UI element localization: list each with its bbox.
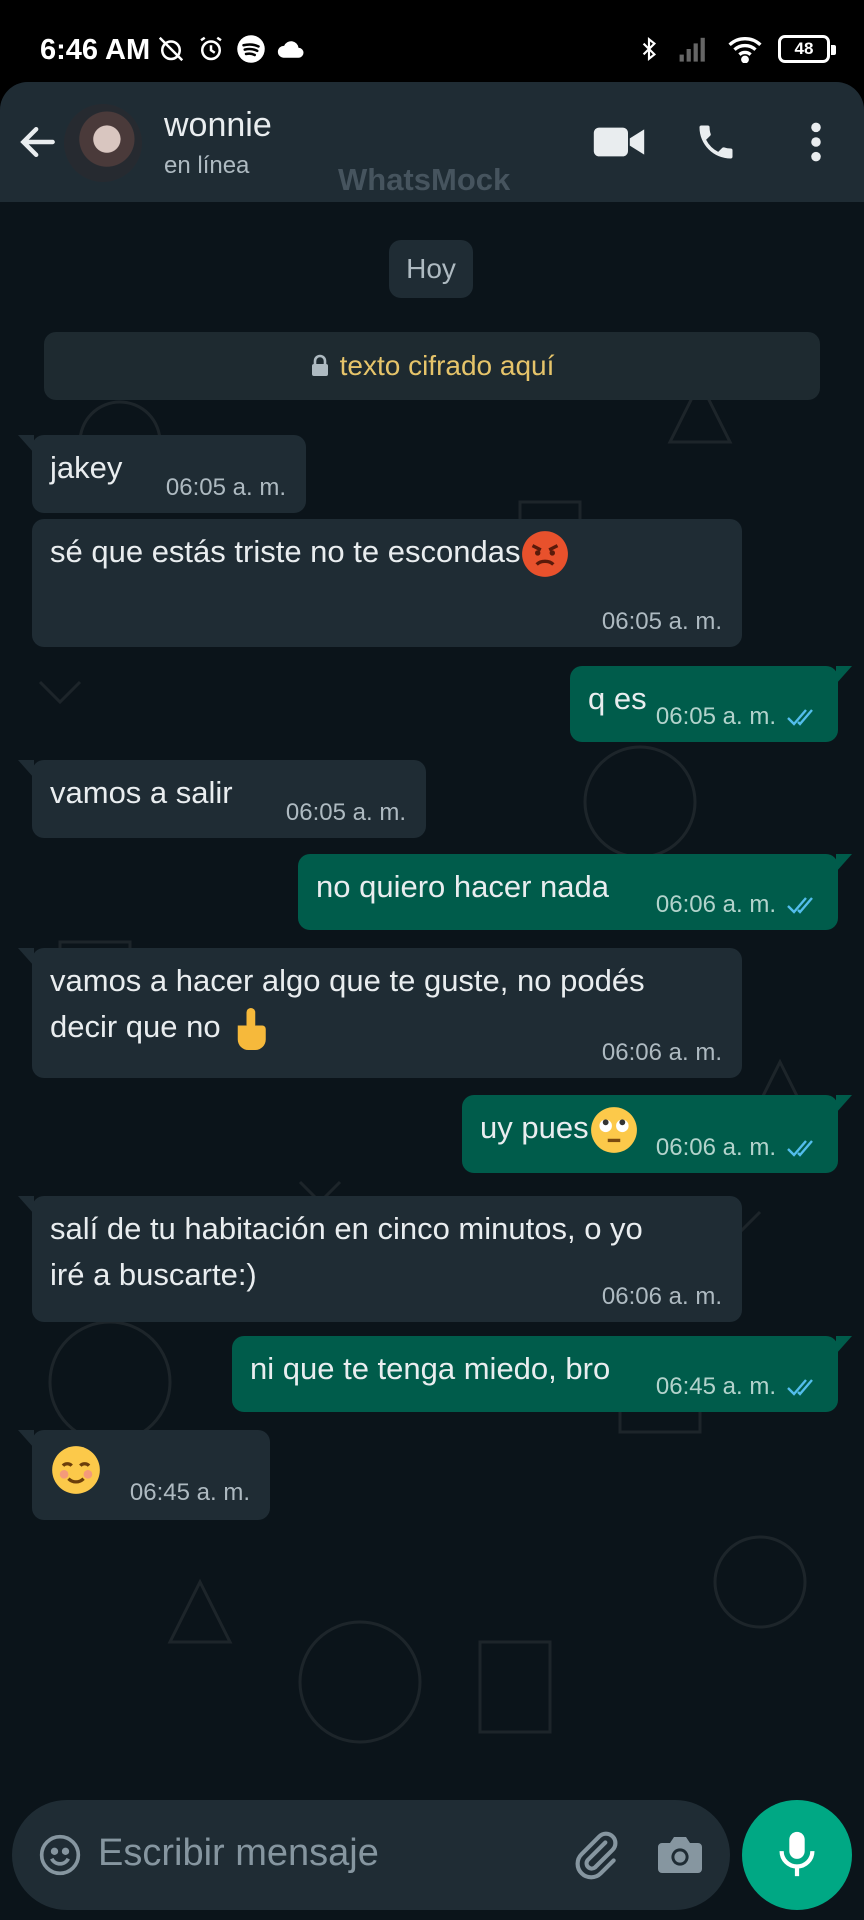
message-time: 06:45 a. m. bbox=[129, 1479, 250, 1506]
more-options-icon[interactable] bbox=[798, 120, 834, 164]
status-time: 6:46 AM bbox=[40, 34, 151, 66]
encryption-notice[interactable]: texto cifrado aquí bbox=[44, 332, 820, 400]
message-incoming[interactable]: 06:45 a. m. bbox=[18, 1430, 270, 1520]
message-incoming[interactable]: vamos a hacer algo que te guste, no podé… bbox=[18, 948, 742, 1078]
message-time: 06:05 a. m. bbox=[655, 703, 776, 730]
message-text-line2: iré a buscarte:) bbox=[50, 1257, 257, 1292]
eye-roll-face-icon bbox=[590, 1107, 637, 1153]
message-text: no quiero hacer nada bbox=[316, 869, 610, 904]
message-text: q es bbox=[588, 681, 647, 716]
message-time: 06:05 a. m. bbox=[601, 608, 722, 635]
message-time: 06:06 a. m. bbox=[655, 1134, 776, 1161]
message-incoming[interactable]: sé que estás triste no te escondas 06:05… bbox=[32, 519, 742, 647]
message-text: uy pues bbox=[480, 1110, 589, 1146]
message-incoming[interactable]: salí de tu habitación en cinco minutos, … bbox=[18, 1196, 742, 1322]
message-text: vamos a salir bbox=[50, 775, 233, 810]
contact-status: en línea bbox=[164, 152, 250, 179]
message-incoming[interactable]: vamos a salir 06:05 a. m. bbox=[18, 760, 426, 838]
status-left-icons bbox=[156, 34, 306, 64]
message-text: sé que estás triste no te escondas bbox=[50, 534, 521, 570]
spotify-icon bbox=[237, 35, 265, 63]
attach-icon[interactable] bbox=[572, 1830, 622, 1880]
message-time: 06:06 a. m. bbox=[655, 891, 776, 918]
battery-indicator: 48 bbox=[778, 35, 836, 63]
message-incoming[interactable]: jakey 06:05 a. m. bbox=[18, 435, 306, 513]
message-meta: 06:06 a. m. bbox=[656, 1133, 818, 1163]
message-time: 06:06 a. m. bbox=[601, 1039, 722, 1066]
mic-icon bbox=[779, 1831, 815, 1877]
message-outgoing[interactable]: uy pues 06:06 a. m. bbox=[462, 1095, 852, 1173]
video-call-icon[interactable] bbox=[592, 122, 646, 162]
emoji-icon[interactable] bbox=[38, 1833, 82, 1877]
message-text-line: sé que estás triste no te escondas bbox=[50, 529, 570, 579]
message-outgoing[interactable]: no quiero hacer nada 06:06 a. m. bbox=[298, 854, 852, 930]
message-text-line: uy pues bbox=[480, 1105, 639, 1155]
message-meta: 06:06 a. m. bbox=[656, 890, 818, 920]
message-time: 06:05 a. m. bbox=[285, 799, 406, 826]
angry-face-icon bbox=[522, 531, 569, 577]
wifi-icon bbox=[728, 37, 762, 63]
phone-icon[interactable] bbox=[694, 120, 738, 164]
contact-name[interactable]: wonnie bbox=[164, 106, 272, 145]
cloud-icon bbox=[277, 41, 304, 58]
message-text: jakey bbox=[50, 450, 123, 485]
message-composer[interactable]: Escribir mensaje bbox=[12, 1800, 730, 1910]
encryption-text: texto cifrado aquí bbox=[339, 350, 555, 381]
double-check-icon bbox=[787, 1140, 813, 1157]
status-bar: 6:46 AM 48 bbox=[0, 0, 864, 84]
watermark: WhatsMock bbox=[338, 162, 511, 197]
double-check-icon bbox=[787, 709, 813, 726]
message-text-line1: vamos a hacer algo que te guste, no podé… bbox=[50, 963, 645, 998]
mic-button[interactable] bbox=[742, 1800, 852, 1910]
alarm-icon bbox=[200, 36, 222, 61]
message-text-line bbox=[50, 1444, 102, 1496]
date-chip: Hoy bbox=[389, 240, 473, 298]
message-meta: 06:05 a. m. bbox=[656, 702, 818, 732]
status-right-icons: 48 bbox=[636, 34, 836, 64]
chat-header: wonnie en línea WhatsMock bbox=[0, 82, 864, 202]
message-meta: 06:45 a. m. bbox=[656, 1372, 818, 1402]
message-input[interactable]: Escribir mensaje bbox=[98, 1832, 379, 1875]
message-time: 06:06 a. m. bbox=[601, 1283, 722, 1310]
lock-icon bbox=[311, 354, 328, 376]
double-check-icon bbox=[787, 897, 813, 914]
camera-icon[interactable] bbox=[656, 1832, 704, 1878]
message-text-block: salí de tu habitación en cinco minutos, … bbox=[50, 1206, 643, 1298]
message-text: ni que te tenga miedo, bro bbox=[250, 1351, 611, 1386]
message-text-line2: decir que no bbox=[50, 1009, 221, 1044]
smiling-face-icon bbox=[52, 1446, 100, 1494]
message-time: 06:05 a. m. bbox=[165, 474, 286, 501]
message-outgoing[interactable]: ni que te tenga miedo, bro 06:45 a. m. bbox=[232, 1336, 852, 1412]
chat-app: wonnie en línea WhatsMock Hoy texto cifr… bbox=[0, 82, 864, 1920]
bluetooth-icon bbox=[642, 36, 657, 62]
message-time: 06:45 a. m. bbox=[655, 1373, 776, 1400]
back-arrow-icon[interactable] bbox=[16, 120, 60, 164]
message-text-block: vamos a hacer algo que te guste, no podé… bbox=[50, 958, 645, 1052]
message-outgoing[interactable]: q es 06:05 a. m. bbox=[570, 666, 852, 742]
signal-icon bbox=[679, 37, 705, 62]
message-text-line1: salí de tu habitación en cinco minutos, … bbox=[50, 1211, 643, 1246]
pointing-up-hand-icon bbox=[238, 1007, 266, 1050]
double-check-icon bbox=[787, 1379, 813, 1396]
alarm-off-icon bbox=[158, 36, 184, 62]
contact-avatar[interactable] bbox=[64, 104, 142, 182]
